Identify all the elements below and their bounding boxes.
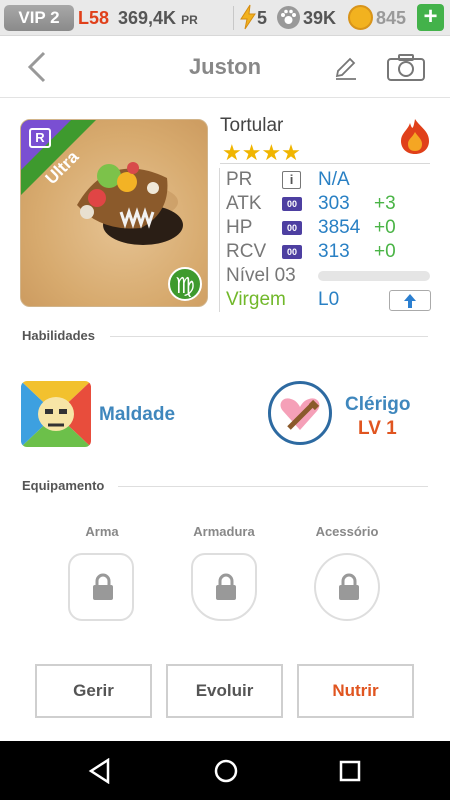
stat-row-atk: ATK 00 303 +3 xyxy=(226,192,434,216)
monster-portrait[interactable]: R Ultra ♍ xyxy=(20,119,208,307)
vip-badge[interactable]: VIP 2 xyxy=(4,5,74,31)
lock-icon xyxy=(339,573,359,600)
evolve-button[interactable]: Evoluir xyxy=(166,664,283,718)
hp-bonus: +0 xyxy=(374,217,396,238)
stats-panel: PR i N/A ATK 00 303 +3 HP 00 3854 +0 RCV… xyxy=(219,168,434,312)
equipment-slot-label: Arma xyxy=(85,524,119,539)
nav-recents-icon[interactable] xyxy=(339,760,361,782)
skill-clerigo-icon[interactable] xyxy=(268,381,332,445)
arrow-up-icon xyxy=(404,294,416,308)
gem-icon: 00 xyxy=(282,197,302,211)
header: Juston xyxy=(0,36,450,98)
zodiac-upgrade-button[interactable] xyxy=(389,290,431,311)
energy-icon xyxy=(240,4,256,30)
equipment-slot-weapon[interactable] xyxy=(68,553,134,621)
hp-label: HP xyxy=(226,217,253,238)
rcv-label: RCV xyxy=(226,241,267,262)
equipment-section-title: Equipamento xyxy=(22,478,105,493)
coin-icon xyxy=(348,5,373,30)
lock-icon xyxy=(216,573,236,600)
nav-home-icon[interactable] xyxy=(213,758,239,784)
nav-back-icon[interactable] xyxy=(88,758,112,784)
page-title: Juston xyxy=(188,54,262,79)
rcv-value: 313 xyxy=(318,241,350,262)
level-progress-bar xyxy=(318,271,430,281)
stat-row-pr: PR i N/A xyxy=(226,168,434,192)
virgo-zodiac-icon: ♍ xyxy=(168,267,202,301)
level-label: Nível 03 xyxy=(226,265,296,286)
edit-pencil-icon[interactable] xyxy=(333,55,359,81)
stat-row-hp: HP 00 3854 +0 xyxy=(226,216,434,240)
player-power-unit: PR xyxy=(181,13,198,27)
rarity-badge: R xyxy=(29,128,51,148)
player-power-value: 369,4K xyxy=(118,8,177,28)
stat-row-zodiac: Virgem L0 xyxy=(226,288,434,312)
feed-button[interactable]: Nutrir xyxy=(297,664,414,718)
camera-icon[interactable] xyxy=(386,52,426,82)
divider xyxy=(233,6,234,30)
status-bar: VIP 2 L58 369,4K PR 5 39K 845 + xyxy=(0,0,450,36)
fire-element-icon xyxy=(401,119,429,154)
atk-bonus: +3 xyxy=(374,193,396,214)
paw-icon xyxy=(277,6,300,29)
equipment-slot-label: Armadura xyxy=(193,524,255,539)
zodiac-label: Virgem xyxy=(226,289,286,310)
monster-name: Tortular xyxy=(220,115,284,136)
pr-label: PR xyxy=(226,169,253,190)
player-power: 369,4K PR xyxy=(118,6,198,32)
skill-clerigo-level: LV 1 xyxy=(358,418,397,439)
gem-icon: 00 xyxy=(282,221,302,235)
player-level: L58 xyxy=(78,8,110,28)
android-nav-bar xyxy=(0,741,450,800)
hp-value: 3854 xyxy=(318,217,361,238)
info-icon[interactable]: i xyxy=(282,171,301,189)
coin-value: 845 xyxy=(376,8,407,28)
add-coins-button[interactable]: + xyxy=(417,4,444,31)
zodiac-level: L0 xyxy=(318,289,340,310)
gem-icon: 00 xyxy=(282,245,302,259)
divider xyxy=(220,163,430,164)
energy-value: 5 xyxy=(257,8,268,28)
equipment-slot-accessory[interactable] xyxy=(314,553,380,621)
equipment-slot-armor[interactable] xyxy=(191,553,257,621)
divider xyxy=(110,336,428,337)
pr-value: N/A xyxy=(318,169,350,190)
stat-row-level: Nível 03 xyxy=(226,264,434,288)
stat-row-rcv: RCV 00 313 +0 xyxy=(226,240,434,264)
skill-clerigo-label[interactable]: Clérigo xyxy=(345,394,410,416)
equipment-slot-label: Acessório xyxy=(315,524,379,539)
manage-button[interactable]: Gerir xyxy=(35,664,152,718)
skill-maldade-icon[interactable] xyxy=(21,381,91,447)
paw-value: 39K xyxy=(303,8,337,28)
atk-label: ATK xyxy=(226,193,262,214)
atk-value: 303 xyxy=(318,193,350,214)
divider xyxy=(118,486,428,487)
rcv-bonus: +0 xyxy=(374,241,396,262)
skill-maldade-label[interactable]: Maldade xyxy=(99,404,175,426)
skills-section-title: Habilidades xyxy=(22,328,95,343)
lock-icon xyxy=(93,573,113,600)
